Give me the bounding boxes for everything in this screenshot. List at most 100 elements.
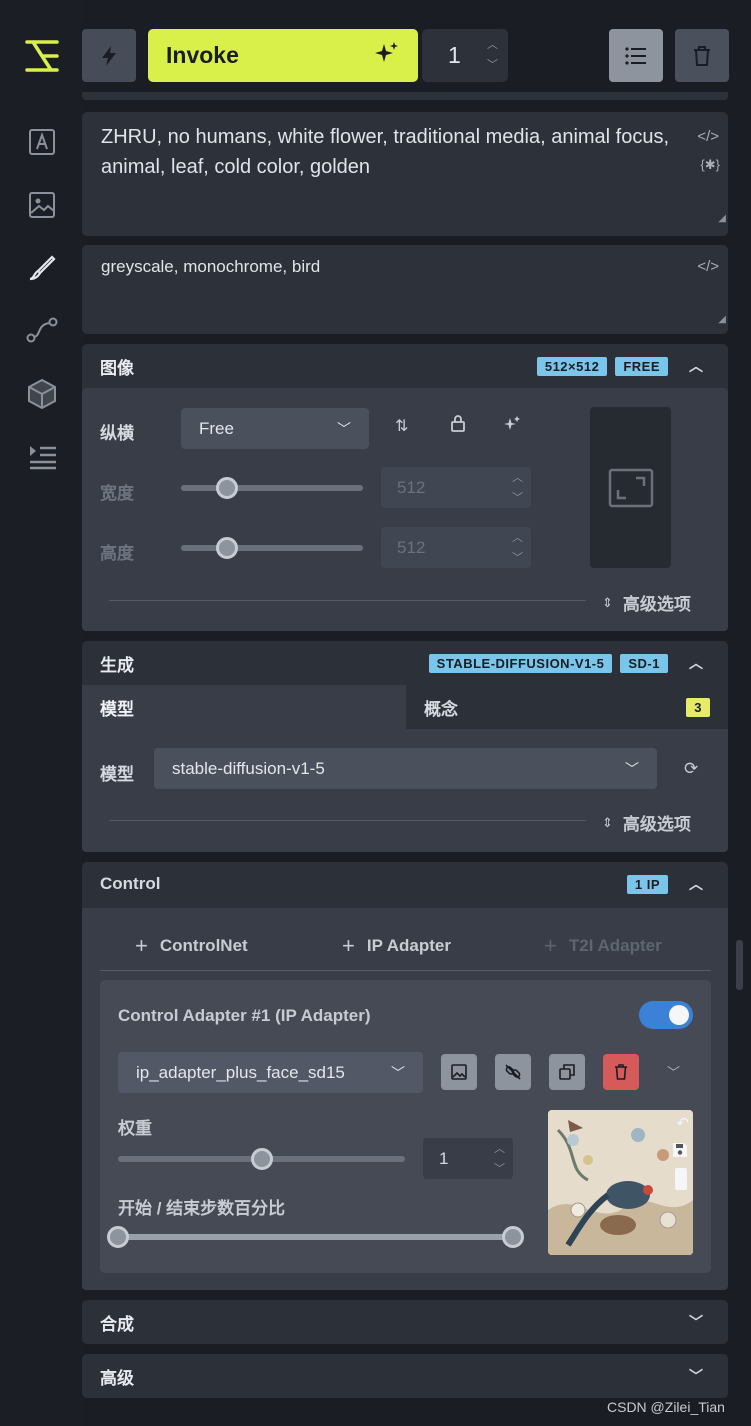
queue-list-button[interactable]: [609, 29, 663, 82]
invoke-label: Invoke: [166, 42, 239, 68]
scrollbar-thumb[interactable]: [736, 940, 743, 990]
adapter-enable-toggle[interactable]: [639, 1001, 693, 1029]
chevron-up-icon[interactable]: ︿: [682, 653, 710, 673]
weight-slider-thumb[interactable]: [250, 1148, 273, 1170]
delete-adapter-button[interactable]: [603, 1054, 639, 1090]
weight-value: 1: [439, 1148, 449, 1168]
clear-queue-button[interactable]: [675, 29, 729, 82]
chevron-down-icon[interactable]: ﹀: [682, 1366, 710, 1386]
optimal-size-icon[interactable]: [502, 415, 522, 438]
unlink-button[interactable]: [495, 1054, 531, 1090]
trash-icon: [615, 1064, 627, 1080]
swap-dimensions-icon[interactable]: ⇅: [395, 416, 408, 436]
weight-slider[interactable]: [118, 1148, 405, 1170]
processor-icon[interactable]: [675, 1168, 687, 1190]
expand-collapse-icon: ⇕: [602, 814, 613, 830]
scroll-top-edge: [82, 92, 728, 100]
advanced-label: 高级选项: [622, 595, 691, 614]
image-to-image-tab-icon[interactable]: [22, 185, 62, 225]
code-icon[interactable]: </>: [697, 255, 719, 279]
image-section-header[interactable]: 图像 512×512 FREE ︿: [82, 344, 728, 388]
height-stepper[interactable]: ︿ ﹀: [512, 528, 523, 568]
refresh-models-icon[interactable]: ⟳: [684, 759, 698, 779]
advanced-label: 高级选项: [622, 815, 691, 834]
negative-prompt-text: greyscale, monochrome, bird: [101, 257, 321, 276]
advanced-section[interactable]: 高级 ﹀: [82, 1354, 728, 1398]
image-section-body: 纵横 Free ﹀ ⇅ 宽度 512 ︿ ﹀ 高度 512 ︿ ﹀ ⇕ 高级选项: [82, 388, 728, 631]
width-stepper[interactable]: ︿ ﹀: [512, 468, 523, 508]
lock-ratio-icon[interactable]: [450, 414, 466, 437]
queue-tab-icon[interactable]: [22, 436, 62, 476]
embedding-picker-icon[interactable]: {✱}: [700, 150, 720, 180]
resize-handle-icon[interactable]: ◢: [718, 308, 726, 332]
width-slider-thumb[interactable]: [215, 477, 238, 499]
unified-canvas-tab-icon[interactable]: [22, 248, 62, 288]
sparkles-icon: [374, 41, 400, 71]
step-range-slider[interactable]: [107, 1226, 524, 1248]
save-icon[interactable]: [672, 1142, 688, 1163]
width-input[interactable]: 512 ︿ ﹀: [381, 467, 531, 508]
compositing-section[interactable]: 合成 ﹀: [82, 1300, 728, 1344]
height-slider-thumb[interactable]: [215, 537, 238, 559]
add-controlnet-label: ControlNet: [159, 936, 248, 955]
image-preview-button[interactable]: [441, 1054, 477, 1090]
step-end-thumb[interactable]: [502, 1226, 524, 1248]
advanced-options-toggle[interactable]: ⇕ 高级选项: [602, 810, 691, 835]
trash-icon: [694, 45, 710, 66]
aspect-select[interactable]: Free ﹀: [181, 408, 369, 449]
copy-icon: [559, 1064, 575, 1080]
text-to-image-tab-icon[interactable]: [22, 122, 62, 162]
model-manager-tab-icon[interactable]: [22, 374, 62, 414]
weight-stepper[interactable]: ︿ ﹀: [494, 1139, 505, 1179]
model-badge: STABLE-DIFFUSION-V1-5: [428, 653, 613, 673]
section-title: 生成: [100, 655, 134, 675]
iterations-stepper[interactable]: ︿ ﹀: [487, 35, 498, 75]
aspect-value: Free: [199, 418, 234, 438]
model-select[interactable]: stable-diffusion-v1-5 ﹀: [154, 748, 657, 789]
decrement-icon[interactable]: ﹀: [487, 55, 498, 75]
divider: [109, 820, 586, 821]
control-section-header[interactable]: Control 1 IP ︿: [82, 862, 728, 906]
invoke-logo-icon[interactable]: [22, 36, 62, 76]
chevron-down-icon: ﹀: [391, 1064, 405, 1081]
height-input[interactable]: 512 ︿ ﹀: [381, 527, 531, 568]
code-icon[interactable]: </>: [697, 122, 719, 152]
adapter-model-select[interactable]: ip_adapter_plus_face_sd15 ﹀: [118, 1052, 423, 1093]
chevron-down-icon[interactable]: ﹀: [682, 1312, 710, 1332]
toggle-knob: [669, 1005, 689, 1025]
width-value: 512: [397, 477, 426, 497]
tab-model[interactable]: 模型: [82, 685, 406, 729]
generation-section-header[interactable]: 生成 STABLE-DIFFUSION-V1-5 SD-1 ︿: [82, 641, 728, 685]
section-title: Control: [100, 874, 161, 893]
positive-prompt-field[interactable]: ZHRU, no humans, white flower, tradition…: [82, 112, 728, 236]
height-value: 512: [397, 537, 426, 557]
image-section: 图像 512×512 FREE ︿ 纵横 Free ﹀ ⇅ 宽度 512 ︿ ﹀ …: [82, 344, 728, 631]
quick-invoke-button[interactable]: [82, 29, 136, 82]
control-count-badge: 1 IP: [626, 874, 668, 894]
step-start-thumb[interactable]: [107, 1226, 129, 1248]
tab-concepts[interactable]: 概念 3: [406, 685, 728, 729]
chevron-down-icon[interactable]: ﹀: [667, 1062, 680, 1081]
weight-input[interactable]: 1 ︿ ﹀: [423, 1138, 513, 1179]
chevron-up-icon[interactable]: ︿: [682, 874, 710, 894]
section-title: 合成: [100, 1314, 134, 1334]
reset-icon[interactable]: ↶: [676, 1114, 689, 1132]
add-t2i-adapter-button[interactable]: + T2I Adapter: [544, 933, 662, 959]
control-image-thumbnail[interactable]: ↶: [548, 1110, 693, 1255]
add-controlnet-button[interactable]: + ControlNet: [135, 933, 248, 959]
adapter-model-value: ip_adapter_plus_face_sd15: [136, 1062, 345, 1082]
add-ip-adapter-button[interactable]: + IP Adapter: [342, 933, 451, 959]
chevron-up-icon[interactable]: ︿: [682, 356, 710, 376]
iterations-input[interactable]: 1 ︿ ﹀: [422, 29, 508, 82]
invoke-button[interactable]: Invoke: [148, 29, 418, 82]
workflows-tab-icon[interactable]: [22, 310, 62, 350]
iterations-value: 1: [448, 42, 461, 68]
height-slider[interactable]: [181, 537, 363, 559]
resize-handle-icon[interactable]: ◢: [718, 204, 726, 234]
duplicate-button[interactable]: [549, 1054, 585, 1090]
advanced-options-toggle[interactable]: ⇕ 高级选项: [602, 590, 691, 615]
increment-icon[interactable]: ︿: [487, 35, 498, 55]
section-title: 高级: [100, 1368, 134, 1388]
width-slider[interactable]: [181, 477, 363, 499]
negative-prompt-field[interactable]: greyscale, monochrome, bird </> ◢: [82, 245, 728, 334]
